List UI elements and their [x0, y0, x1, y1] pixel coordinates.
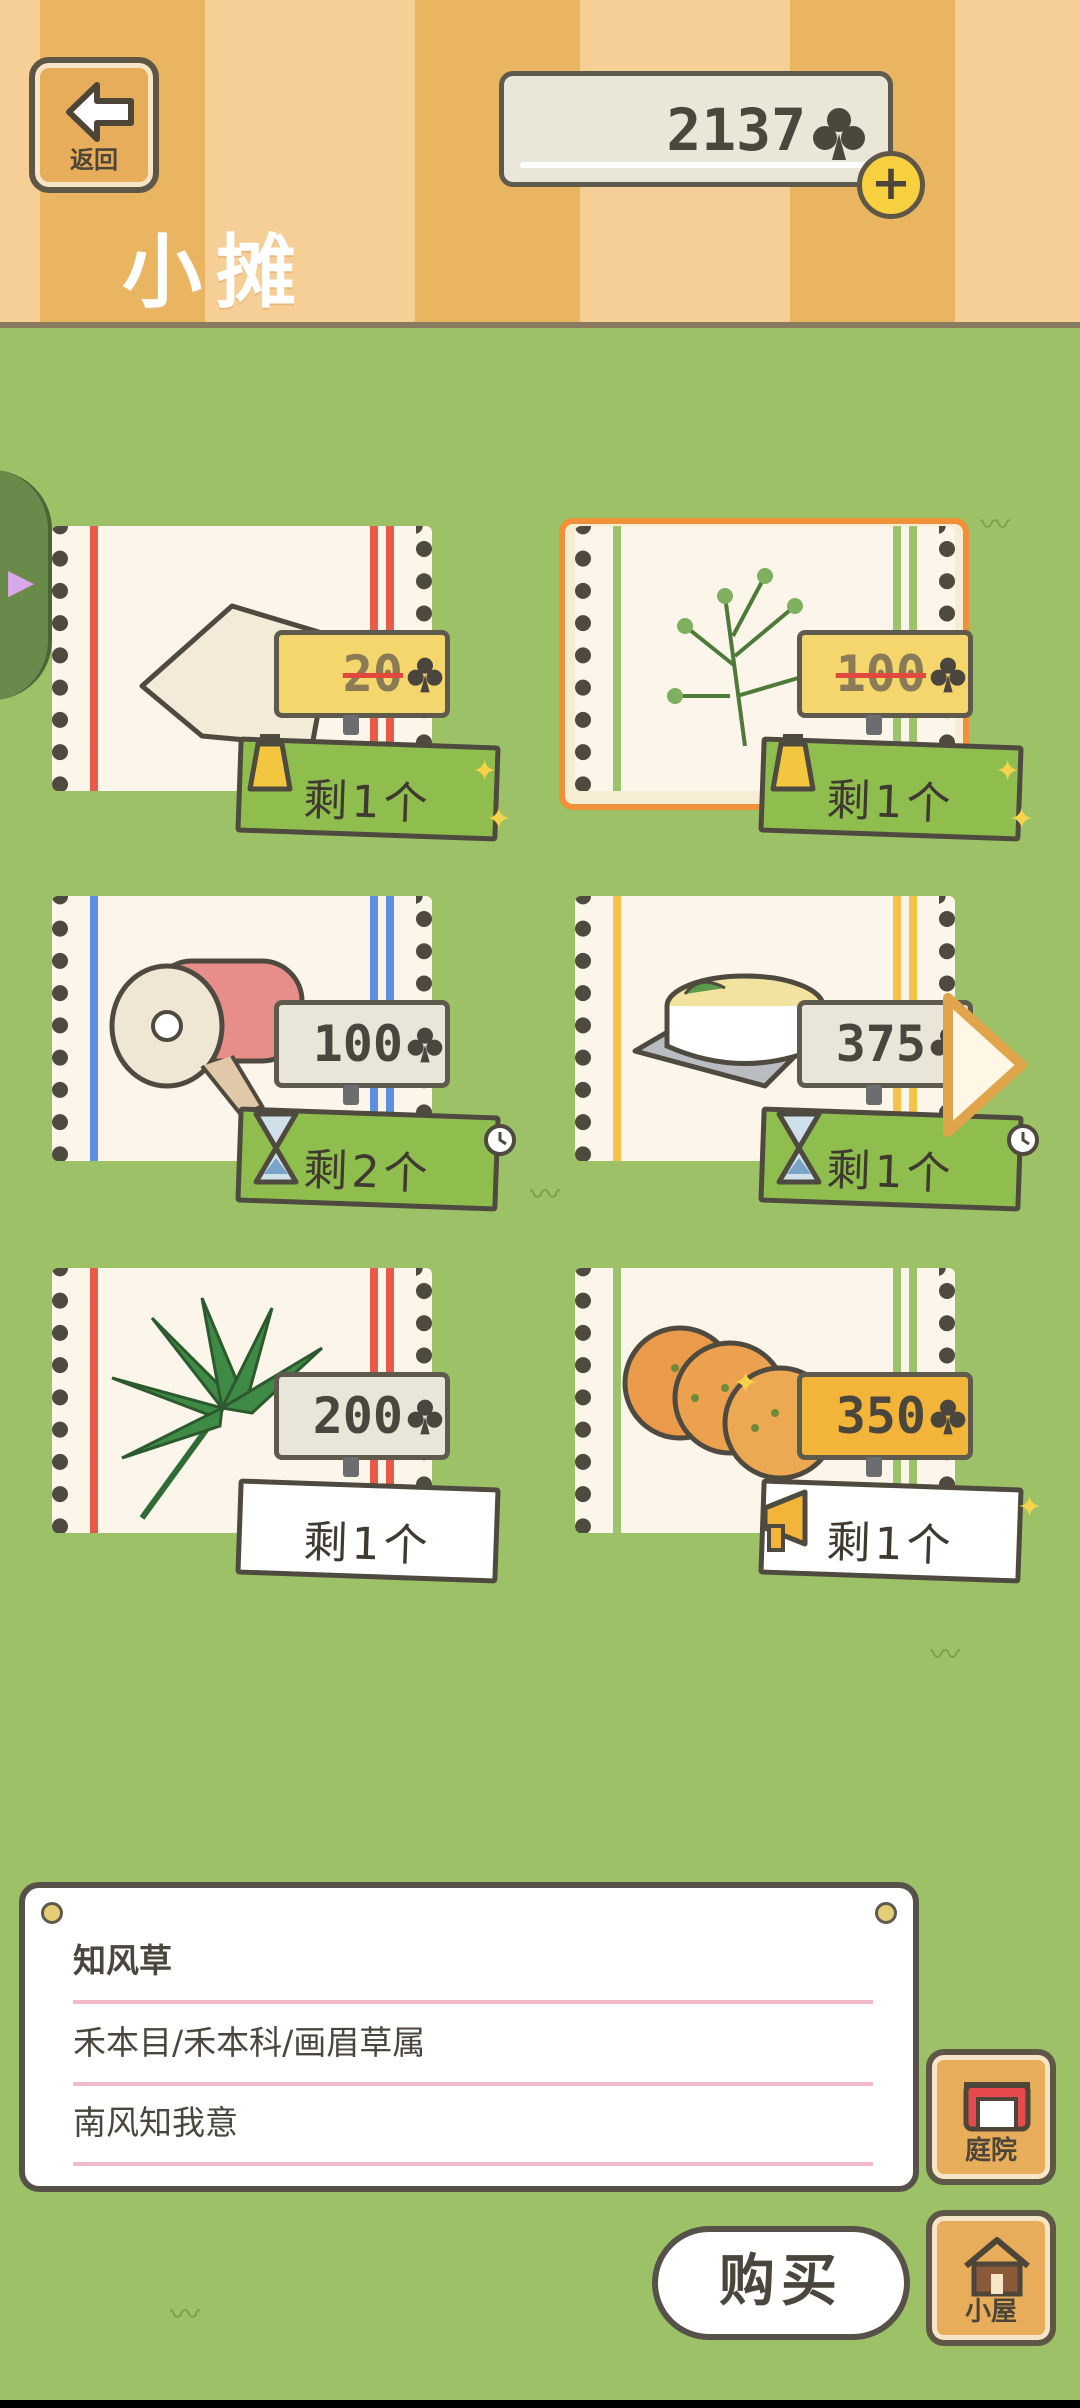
bell-icon [770, 734, 816, 792]
price-tag: 200 [274, 1372, 450, 1477]
buy-button[interactable]: 购买 [652, 2226, 910, 2340]
back-arrow-icon [66, 82, 134, 142]
sparkle-icon: ✦ [1009, 802, 1035, 837]
sparkle-icon: ✦ [486, 802, 512, 837]
clover-icon [407, 1399, 443, 1435]
yard-button[interactable]: 庭院 [926, 2049, 1056, 2185]
clock-icon [484, 1124, 516, 1156]
page-title: 小摊 [122, 226, 310, 319]
stock-text: 剩1个 [302, 1516, 433, 1573]
clover-balance: 2137 [499, 71, 893, 187]
shop-item-5[interactable]: 200 剩1个 [42, 1268, 542, 1598]
back-button[interactable]: 返回 [29, 57, 159, 193]
pin-icon [875, 1902, 897, 1924]
item-description: 南风知我意 [73, 2096, 873, 2166]
sparkle-icon: ✦ [995, 754, 1021, 789]
house-button[interactable]: 小屋 [926, 2210, 1056, 2346]
grass-tuft: 〰 [980, 508, 1010, 543]
pin-icon [41, 1902, 63, 1924]
horn-icon [762, 1489, 808, 1552]
bell-icon [247, 734, 293, 792]
shop-item-1[interactable]: 20 剩1个 ✦ ✦ [42, 526, 542, 856]
game-screen: 返回 小摊 2137 + ▶ 20 剩1个 ✦ ✦ 100 剩1个 ✦ ✦ 10… [0, 0, 1080, 2400]
grass-tuft: 〰 [930, 1638, 960, 1673]
header-bar: 返回 小摊 2137 + [0, 0, 1080, 328]
clover-icon [813, 108, 865, 160]
clover-icon [407, 1027, 443, 1063]
next-page-arrow-icon[interactable] [938, 990, 1030, 1140]
grass-tuft: 〰 [170, 2298, 200, 2333]
house-icon [964, 2237, 1030, 2297]
item-taxonomy: 禾本目/禾本科/画眉草属 [73, 2016, 873, 2086]
arrow-right-icon: ▶ [8, 562, 35, 602]
grass-tuft: 〰 [530, 1178, 560, 1213]
house-label: 小屋 [964, 2297, 1017, 2327]
shop-item-6[interactable]: 350 剩1个 ✦ ✦ [565, 1268, 1065, 1598]
back-label: 返回 [70, 146, 118, 174]
clover-icon [407, 657, 443, 693]
sparkle-icon: ✦ [733, 1366, 759, 1401]
hourglass-icon [253, 1111, 299, 1185]
price-tag: 100 [797, 630, 973, 735]
sparkle-icon: ✦ [472, 754, 498, 789]
price-value: 200 [312, 1387, 403, 1445]
item-detail-panel: 知风草 禾本目/禾本科/画眉草属 南风知我意 [19, 1882, 919, 2192]
yard-gate-icon [963, 2082, 1031, 2132]
price-tag: 20 [274, 630, 450, 735]
price-value: 100 [835, 645, 926, 703]
price-tag: 350 [797, 1372, 973, 1477]
price-value: 375 [835, 1015, 926, 1073]
clover-icon [930, 1399, 966, 1435]
clover-icon [930, 657, 966, 693]
sparkle-icon: ✦ [1017, 1490, 1043, 1525]
shop-item-3[interactable]: 100 剩2个 [42, 896, 542, 1226]
price-value: 20 [342, 645, 403, 703]
stock-label: 剩1个 [235, 1478, 501, 1584]
clover-count: 2137 [666, 96, 806, 164]
add-clover-button[interactable]: + [857, 151, 925, 219]
price-value: 350 [835, 1387, 926, 1445]
item-name: 知风草 [73, 1934, 873, 2004]
price-value: 100 [312, 1015, 403, 1073]
shop-item-2[interactable]: 100 剩1个 ✦ ✦ [559, 518, 1065, 856]
price-tag: 100 [274, 1000, 450, 1105]
hourglass-icon [776, 1111, 822, 1185]
yard-label: 庭院 [964, 2136, 1017, 2166]
